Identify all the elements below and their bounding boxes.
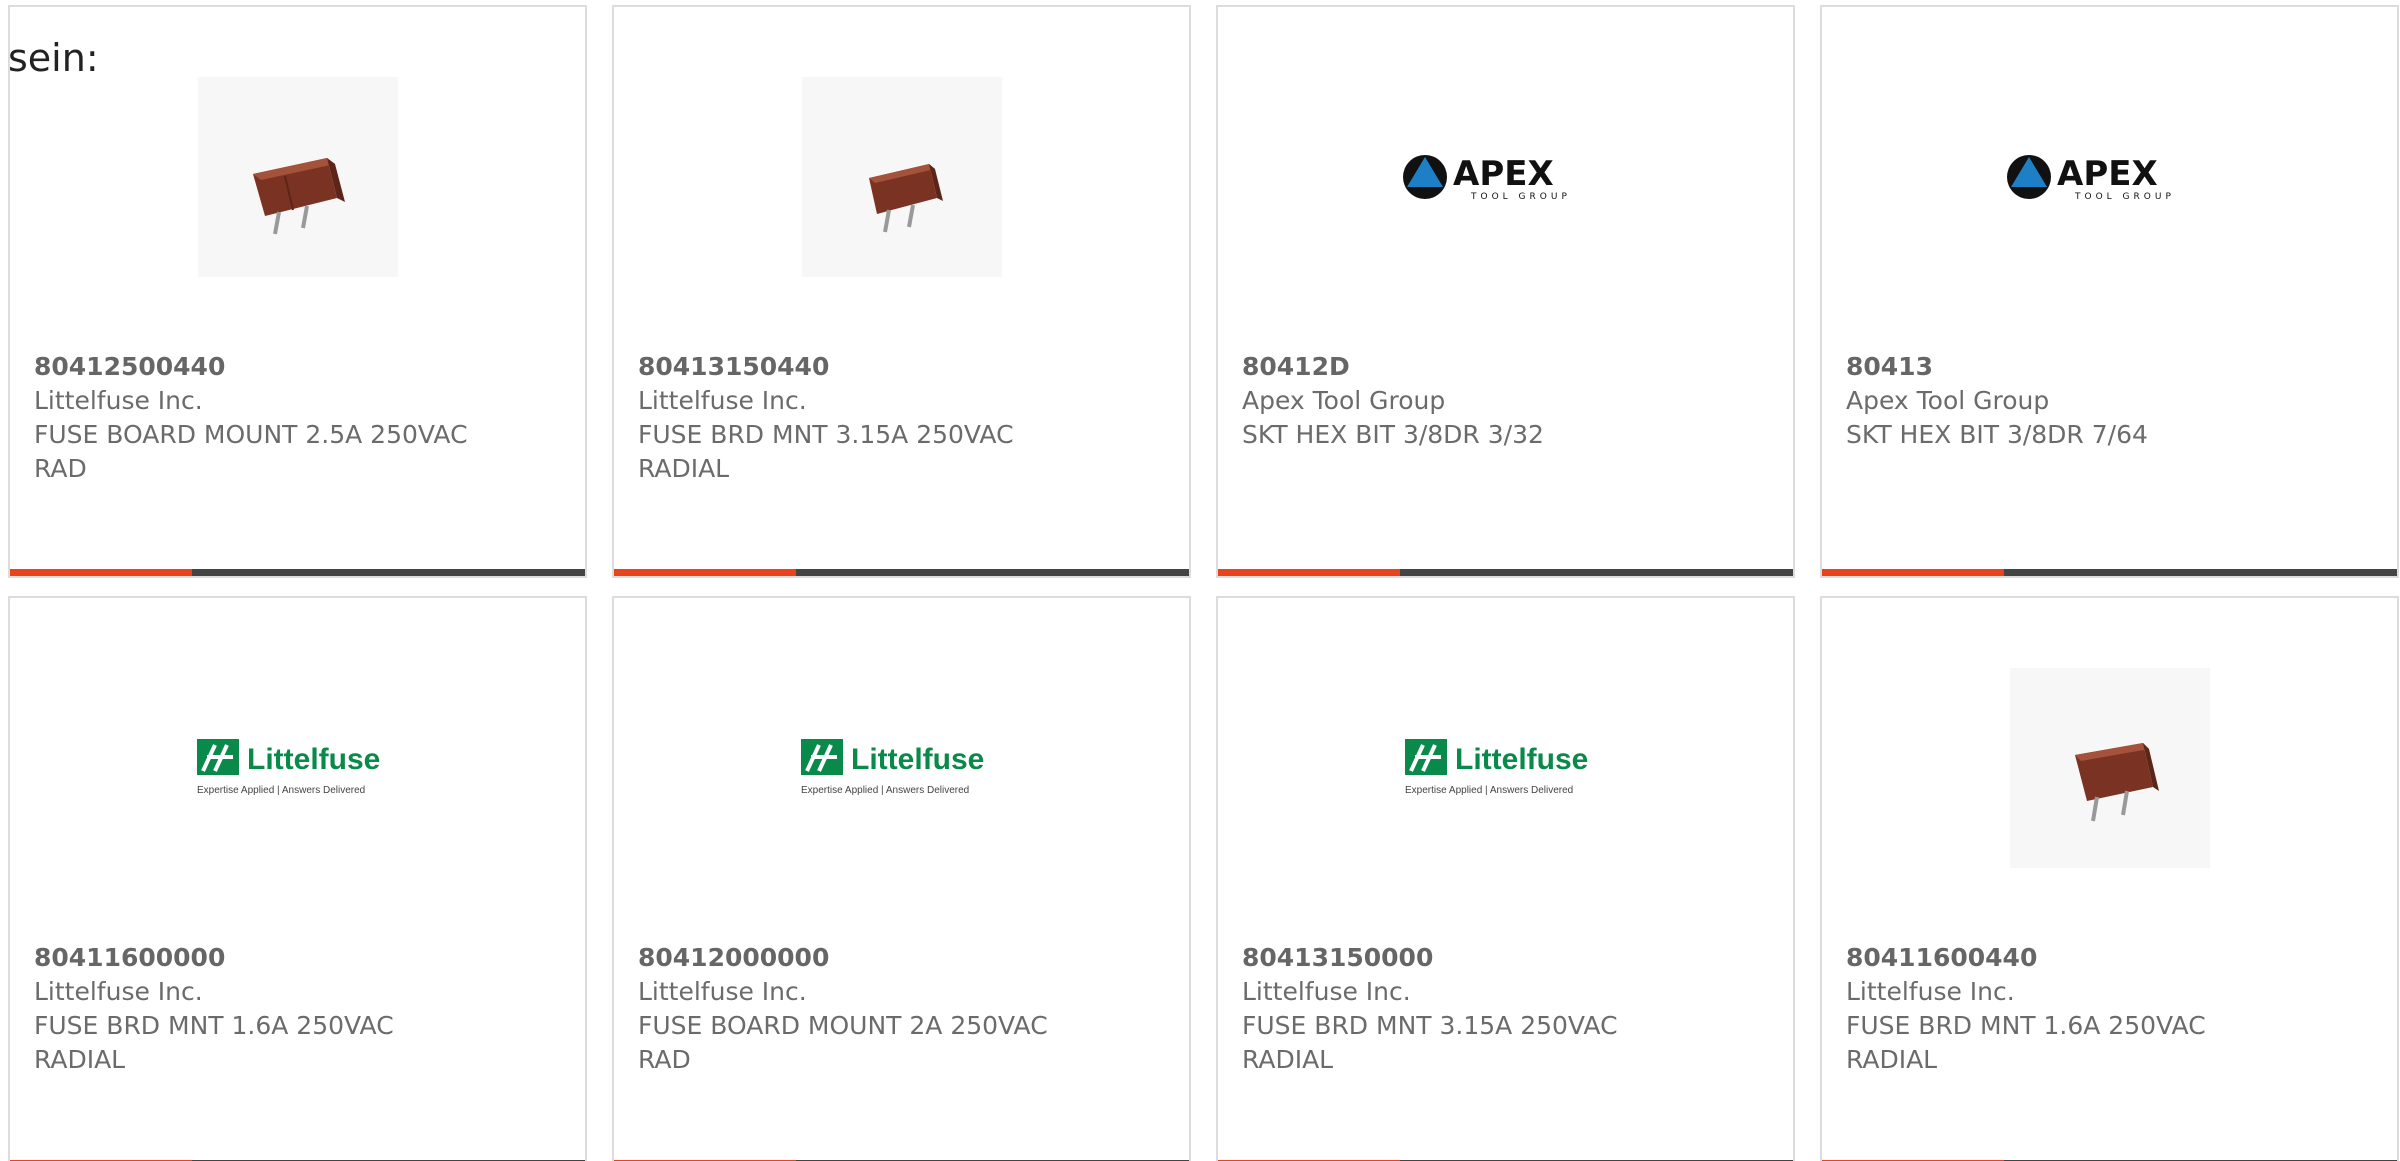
fuse-photo bbox=[197, 77, 398, 277]
manufacturer: Apex Tool Group bbox=[1242, 386, 1446, 415]
accent-bar bbox=[10, 569, 192, 576]
product-image[interactable] bbox=[614, 47, 1189, 307]
apex-logo: APEX TOOL GROUP bbox=[2006, 154, 2175, 202]
manufacturer: Littelfuse Inc. bbox=[1242, 977, 1411, 1006]
svg-text:Expertise Applied | Answers De: Expertise Applied | Answers Delivered bbox=[197, 785, 365, 796]
svg-text:TOOL GROUP: TOOL GROUP bbox=[2074, 192, 2175, 202]
product-info: 80413150440 Littelfuse Inc. FUSE BRD MNT… bbox=[638, 350, 1165, 486]
manufacturer: Littelfuse Inc. bbox=[34, 977, 203, 1006]
manufacturer: Littelfuse Inc. bbox=[638, 386, 807, 415]
manufacturer: Littelfuse Inc. bbox=[34, 386, 203, 415]
svg-text:Littelfuse: Littelfuse bbox=[851, 743, 984, 776]
product-info: 80411600000 Littelfuse Inc. FUSE BRD MNT… bbox=[34, 941, 561, 1077]
part-number[interactable]: 80412500440 bbox=[34, 350, 561, 384]
product-description: FUSE BOARD MOUNT 2A 250VAC RAD bbox=[638, 1011, 1048, 1074]
product-image[interactable] bbox=[10, 47, 585, 307]
product-card[interactable]: APEX TOOL GROUP 80412D Apex Tool Group S… bbox=[1216, 5, 1795, 578]
fuse-photo bbox=[2009, 668, 2210, 868]
svg-text:TOOL GROUP: TOOL GROUP bbox=[1470, 192, 1571, 202]
accent-bar bbox=[1822, 569, 2004, 576]
accent-bar bbox=[1218, 569, 1400, 576]
littelfuse-logo: Littelfuse Expertise Applied | Answers D… bbox=[1404, 739, 1588, 796]
product-card[interactable]: 80411600440 Littelfuse Inc. FUSE BRD MNT… bbox=[1820, 596, 2399, 1161]
product-grid-page: 80412500440 Littelfuse Inc. FUSE BOARD M… bbox=[0, 0, 2400, 1161]
product-image[interactable] bbox=[1822, 638, 2397, 898]
product-grid: 80412500440 Littelfuse Inc. FUSE BOARD M… bbox=[8, 5, 2399, 1161]
card-footer-bar bbox=[614, 569, 1189, 576]
product-info: 80412D Apex Tool Group SKT HEX BIT 3/8DR… bbox=[1242, 350, 1769, 452]
littelfuse-logo: Littelfuse Expertise Applied | Answers D… bbox=[800, 739, 984, 796]
product-description: FUSE BRD MNT 3.15A 250VAC RADIAL bbox=[1242, 1011, 1618, 1074]
product-description: FUSE BRD MNT 1.6A 250VAC RADIAL bbox=[1846, 1011, 2206, 1074]
product-card[interactable]: APEX TOOL GROUP 80413 Apex Tool Group SK… bbox=[1820, 5, 2399, 578]
apex-logo: APEX TOOL GROUP bbox=[1402, 154, 1571, 202]
part-number[interactable]: 80412000000 bbox=[638, 941, 1165, 975]
product-info: 80413150000 Littelfuse Inc. FUSE BRD MNT… bbox=[1242, 941, 1769, 1077]
product-image[interactable]: Littelfuse Expertise Applied | Answers D… bbox=[10, 638, 585, 898]
product-card[interactable]: Littelfuse Expertise Applied | Answers D… bbox=[612, 596, 1191, 1161]
product-image[interactable]: Littelfuse Expertise Applied | Answers D… bbox=[1218, 638, 1793, 898]
product-card[interactable]: 80412500440 Littelfuse Inc. FUSE BOARD M… bbox=[8, 5, 587, 578]
manufacturer: Littelfuse Inc. bbox=[638, 977, 807, 1006]
card-footer-bar bbox=[1218, 569, 1793, 576]
card-footer-bar bbox=[1822, 569, 2397, 576]
svg-text:APEX: APEX bbox=[2057, 154, 2158, 194]
product-description: SKT HEX BIT 3/8DR 7/64 bbox=[1846, 420, 2148, 449]
part-number[interactable]: 80413150440 bbox=[638, 350, 1165, 384]
fuse-photo bbox=[801, 77, 1002, 277]
product-info: 80412500440 Littelfuse Inc. FUSE BOARD M… bbox=[34, 350, 561, 486]
part-number[interactable]: 80411600440 bbox=[1846, 941, 2373, 975]
littelfuse-logo: Littelfuse Expertise Applied | Answers D… bbox=[196, 739, 380, 796]
product-info: 80412000000 Littelfuse Inc. FUSE BOARD M… bbox=[638, 941, 1165, 1077]
svg-text:APEX: APEX bbox=[1453, 154, 1554, 194]
product-description: FUSE BOARD MOUNT 2.5A 250VAC RAD bbox=[34, 420, 468, 483]
product-image[interactable]: APEX TOOL GROUP bbox=[1218, 47, 1793, 307]
manufacturer: Apex Tool Group bbox=[1846, 386, 2050, 415]
product-description: FUSE BRD MNT 1.6A 250VAC RADIAL bbox=[34, 1011, 394, 1074]
product-info: 80411600440 Littelfuse Inc. FUSE BRD MNT… bbox=[1846, 941, 2373, 1077]
lead-text: sein: bbox=[8, 36, 99, 80]
svg-text:Littelfuse: Littelfuse bbox=[247, 743, 380, 776]
product-description: FUSE BRD MNT 3.15A 250VAC RADIAL bbox=[638, 420, 1014, 483]
product-card[interactable]: Littelfuse Expertise Applied | Answers D… bbox=[1216, 596, 1795, 1161]
product-image[interactable]: Littelfuse Expertise Applied | Answers D… bbox=[614, 638, 1189, 898]
part-number[interactable]: 80412D bbox=[1242, 350, 1769, 384]
product-card[interactable]: Littelfuse Expertise Applied | Answers D… bbox=[8, 596, 587, 1161]
product-image[interactable]: APEX TOOL GROUP bbox=[1822, 47, 2397, 307]
manufacturer: Littelfuse Inc. bbox=[1846, 977, 2015, 1006]
card-footer-bar bbox=[10, 569, 585, 576]
part-number[interactable]: 80413 bbox=[1846, 350, 2373, 384]
product-info: 80413 Apex Tool Group SKT HEX BIT 3/8DR … bbox=[1846, 350, 2373, 452]
part-number[interactable]: 80411600000 bbox=[34, 941, 561, 975]
product-description: SKT HEX BIT 3/8DR 3/32 bbox=[1242, 420, 1544, 449]
svg-text:Expertise Applied | Answers De: Expertise Applied | Answers Delivered bbox=[801, 785, 969, 796]
part-number[interactable]: 80413150000 bbox=[1242, 941, 1769, 975]
product-card[interactable]: 80413150440 Littelfuse Inc. FUSE BRD MNT… bbox=[612, 5, 1191, 578]
accent-bar bbox=[614, 569, 796, 576]
svg-text:Expertise Applied | Answers De: Expertise Applied | Answers Delivered bbox=[1405, 785, 1573, 796]
svg-text:Littelfuse: Littelfuse bbox=[1455, 743, 1588, 776]
